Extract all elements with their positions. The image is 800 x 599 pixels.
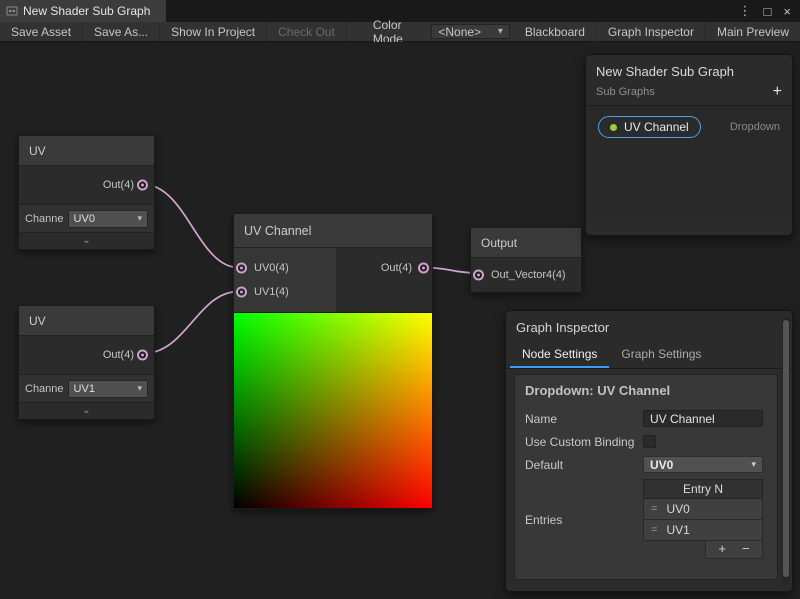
close-icon[interactable]: ×: [783, 4, 791, 19]
sub-graph-icon: [6, 5, 18, 17]
graph-inspector-toggle-button[interactable]: Graph Inspector: [597, 22, 706, 41]
scrollbar-thumb[interactable]: [783, 320, 789, 577]
port-label: Out(4): [103, 349, 134, 361]
toolbar: Save Asset Save As... Show In Project Ch…: [0, 22, 800, 42]
main-preview-toggle-button[interactable]: Main Preview: [706, 22, 800, 41]
port-label: UV0(4): [254, 262, 289, 274]
name-input[interactable]: UV Channel: [643, 410, 763, 427]
input-port[interactable]: [236, 263, 247, 274]
node-uv-bottom[interactable]: UV Out(4) Channe UV1 ▾ ⌄: [18, 305, 155, 420]
blackboard-item-type: Dropdown: [730, 121, 780, 133]
entry-row-uv1[interactable]: = UV1: [643, 520, 763, 541]
channel-dropdown[interactable]: UV1 ▾: [68, 380, 148, 398]
entries-label: Entries: [525, 511, 643, 528]
collapse-chevron-icon[interactable]: ⌄: [19, 232, 154, 249]
port-label: Out(4): [103, 179, 134, 191]
port-label: Out(4): [381, 262, 412, 274]
node-uv-top[interactable]: UV Out(4) Channe UV0 ▾ ⌄: [18, 135, 155, 250]
graph-canvas[interactable]: UV Out(4) Channe UV0 ▾ ⌄ UV Out(4) Chann…: [0, 42, 800, 599]
chevron-down-icon: ▾: [137, 213, 142, 224]
blackboard-item-label: UV Channel: [624, 120, 689, 134]
color-mode-label: Color Mode: [347, 22, 428, 41]
color-mode-dropdown[interactable]: <None> ▾: [431, 24, 510, 39]
use-custom-binding-label: Use Custom Binding: [525, 433, 643, 450]
entries-list-header: Entry N: [643, 479, 763, 499]
drag-handle-icon[interactable]: =: [651, 524, 657, 536]
chevron-down-icon: ▾: [137, 383, 142, 394]
save-asset-button[interactable]: Save Asset: [0, 22, 83, 41]
blackboard-item-row: UV Channel Dropdown: [598, 116, 780, 138]
blackboard-toggle-button[interactable]: Blackboard: [514, 22, 597, 41]
node-title: UV Channel: [234, 214, 432, 248]
node-uv-channel[interactable]: UV Channel UV0(4) UV1(4) Out(4): [233, 213, 433, 509]
chevron-down-icon: ▾: [751, 459, 756, 470]
tab-new-shader-sub-graph[interactable]: New Shader Sub Graph: [0, 0, 166, 22]
edge-uvbottom-to-uv1[interactable]: [144, 292, 239, 354]
channel-label: Channe: [25, 383, 64, 395]
use-custom-binding-checkbox[interactable]: [643, 435, 656, 448]
blackboard-subtitle: Sub Graphs: [596, 86, 655, 98]
drag-handle-icon[interactable]: =: [651, 503, 657, 515]
kebab-menu-icon[interactable]: ⋮: [739, 3, 752, 19]
add-property-icon[interactable]: +: [773, 86, 782, 98]
name-value: UV Channel: [650, 412, 715, 426]
node-title: UV: [19, 306, 154, 336]
inspector-title: Graph Inspector: [506, 311, 792, 342]
node-title: Output: [471, 228, 581, 258]
entry-label: UV1: [666, 523, 689, 537]
blackboard-title: New Shader Sub Graph: [596, 64, 782, 79]
remove-entry-button[interactable]: −: [742, 541, 750, 556]
maximize-icon[interactable]: □: [764, 4, 772, 19]
color-mode-value: <None>: [438, 25, 481, 39]
save-as-button[interactable]: Save As...: [83, 22, 160, 41]
entry-row-uv0[interactable]: = UV0: [643, 499, 763, 520]
blackboard-panel: New Shader Sub Graph Sub Graphs + UV Cha…: [585, 54, 793, 236]
channel-value: UV1: [74, 383, 95, 395]
default-dropdown[interactable]: UV0 ▾: [643, 456, 763, 473]
node-output[interactable]: Output Out_Vector4(4): [470, 227, 582, 293]
exposed-dot-icon: [610, 124, 617, 131]
port-label: Out_Vector4(4): [491, 269, 566, 281]
inspector-content: Dropdown: UV Channel Name UV Channel Use…: [514, 374, 778, 580]
edge-uvtop-to-uv0[interactable]: [144, 185, 239, 268]
channel-label: Channe: [25, 213, 64, 225]
input-port[interactable]: [236, 287, 247, 298]
channel-value: UV0: [74, 213, 95, 225]
output-port[interactable]: [418, 263, 429, 274]
port-label: UV1(4): [254, 286, 289, 298]
channel-dropdown[interactable]: UV0 ▾: [68, 210, 148, 228]
name-label: Name: [525, 410, 643, 427]
collapse-chevron-icon[interactable]: ⌄: [19, 402, 154, 419]
tab-graph-settings[interactable]: Graph Settings: [609, 342, 713, 368]
graph-inspector-panel: Graph Inspector Node Settings Graph Sett…: [505, 310, 793, 592]
node-title: UV: [19, 136, 154, 166]
input-port[interactable]: [473, 270, 484, 281]
uv-preview: [234, 312, 432, 508]
default-label: Default: [525, 456, 643, 473]
show-in-project-button[interactable]: Show In Project: [160, 22, 267, 41]
check-out-button: Check Out: [267, 22, 347, 41]
chevron-down-icon: ▾: [498, 26, 503, 37]
add-entry-button[interactable]: +: [718, 541, 726, 556]
entry-label: UV0: [666, 502, 689, 516]
inspector-scrollbar[interactable]: [782, 317, 790, 585]
section-title: Dropdown: UV Channel: [515, 375, 777, 407]
output-port[interactable]: [137, 350, 148, 361]
default-value: UV0: [650, 458, 673, 472]
tab-node-settings[interactable]: Node Settings: [510, 342, 609, 368]
tab-title: New Shader Sub Graph: [23, 4, 150, 18]
output-port[interactable]: [137, 180, 148, 191]
blackboard-item-uv-channel[interactable]: UV Channel: [598, 116, 701, 138]
